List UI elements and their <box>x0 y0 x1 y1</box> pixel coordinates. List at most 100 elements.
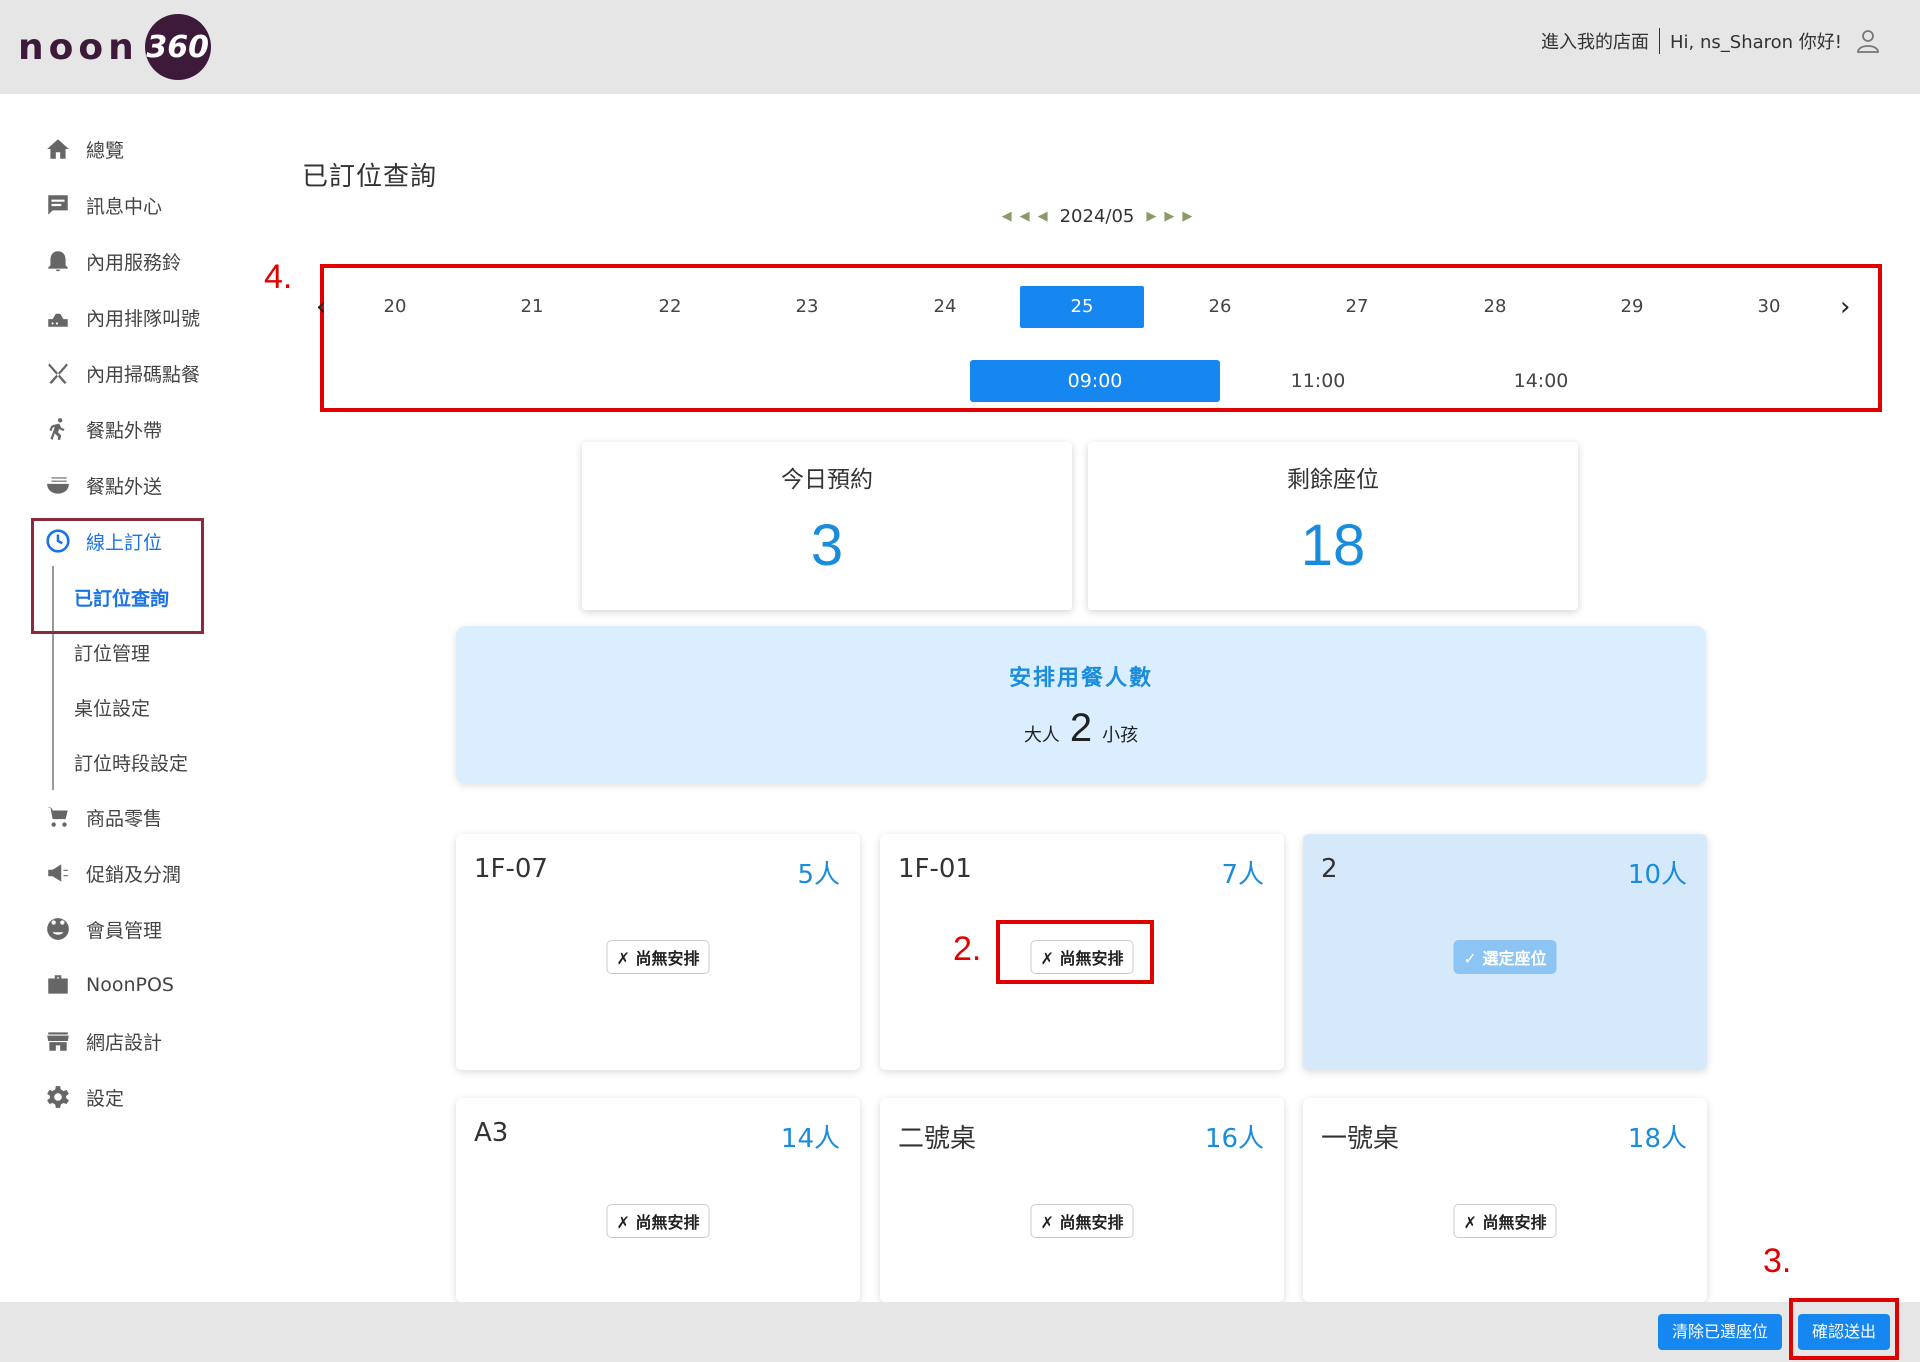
guest-count-title: 安排用餐人數 <box>1008 666 1153 691</box>
sidebar-item-label: 促銷及分潤 <box>86 863 182 886</box>
day-26[interactable]: 26 <box>1158 286 1282 328</box>
clear-selected-seats-button[interactable]: 清除已選座位 <box>1658 1314 1783 1350</box>
table-name: 二號桌 <box>898 1124 977 1154</box>
prev-month-icon[interactable]: ◀ <box>1038 209 1048 224</box>
sidebar-item-settings[interactable]: 設定 <box>44 1080 124 1114</box>
day-29[interactable]: 29 <box>1570 286 1694 328</box>
table-status-badge[interactable]: ✗ 尚無安排 <box>1030 1204 1134 1238</box>
annotation-3: 3. <box>1763 1242 1792 1280</box>
utensils-icon <box>44 359 72 387</box>
sidebar-item-queue[interactable]: 內用排隊叫號 <box>44 300 200 334</box>
table-card[interactable]: 一號桌 18人 ✗ 尚無安排 <box>1303 1098 1707 1302</box>
day-23[interactable]: 23 <box>745 286 869 328</box>
footer-bar: 清除已選座位 確認送出 <box>0 1302 1920 1362</box>
annotation-2: 2. <box>953 930 982 968</box>
day-21[interactable]: 21 <box>470 286 594 328</box>
table-name: A3 <box>474 1118 509 1148</box>
sidebar-item-label: 設定 <box>86 1087 125 1110</box>
member-icon <box>44 915 72 943</box>
submenu-timeslot-settings[interactable]: 訂位時段設定 <box>74 749 188 776</box>
remaining-seats-card: 剩餘座位 18 <box>1088 442 1578 610</box>
table-name: 2 <box>1321 854 1338 884</box>
noon360-logo[interactable]: noon 360 <box>18 12 211 82</box>
table-card[interactable]: 二號桌 16人 ✗ 尚無安排 <box>880 1098 1284 1302</box>
table-name: 1F-01 <box>898 854 972 884</box>
guest-count-value: 2 <box>1069 706 1093 750</box>
sidebar-item-delivery[interactable]: 餐點外送 <box>44 468 162 502</box>
sidebar-item-noonpos[interactable]: NoonPOS <box>44 968 174 1002</box>
annotation-4: 4. <box>264 258 293 296</box>
header-actions: 進入我的店面 Hi, ns_Sharon 你好! <box>1541 28 1880 54</box>
sidebar-item-service-bell[interactable]: 內用服務鈴 <box>44 244 181 278</box>
day-25[interactable]: 25 <box>1020 286 1144 328</box>
table-status-badge[interactable]: ✗ 尚無安排 <box>1453 1204 1557 1238</box>
store-link[interactable]: 進入我的店面 <box>1541 28 1660 54</box>
remaining-seats-value: 18 <box>1300 513 1366 578</box>
next-month-icon[interactable]: ▶ <box>1146 209 1156 224</box>
sidebar-item-qr-order[interactable]: 內用掃碼點餐 <box>44 356 200 390</box>
sidebar-item-label: 餐點外送 <box>86 475 163 498</box>
table-name: 一號桌 <box>1321 1124 1400 1154</box>
sidebar-item-messages[interactable]: 訊息中心 <box>44 188 162 222</box>
table-status-badge[interactable]: ✗ 尚無安排 <box>606 1204 710 1238</box>
home-icon <box>44 135 72 163</box>
cart-icon <box>44 803 72 831</box>
sidebar-item-label: 餐點外帶 <box>86 419 163 442</box>
day-22[interactable]: 22 <box>608 286 732 328</box>
today-bookings-card: 今日預約 3 <box>582 442 1072 610</box>
table-card-selected[interactable]: 2 10人 ✓ 選定座位 <box>1303 834 1707 1070</box>
sidebar-item-overview[interactable]: 總覽 <box>44 132 124 166</box>
day-24[interactable]: 24 <box>883 286 1007 328</box>
prev-quarter-icon[interactable]: ◀ <box>1020 209 1030 224</box>
queue-icon <box>44 303 72 331</box>
time-slot-1100[interactable]: 11:00 <box>1193 360 1443 402</box>
sidebar-item-retail[interactable]: 商品零售 <box>44 800 162 834</box>
user-icon[interactable] <box>1856 29 1880 53</box>
table-capacity: 14人 <box>780 1124 840 1154</box>
sidebar-item-promotions[interactable]: 促銷及分潤 <box>44 856 181 890</box>
table-selected-badge[interactable]: ✓ 選定座位 <box>1453 940 1557 974</box>
bell-icon <box>44 247 72 275</box>
time-slot-0900[interactable]: 09:00 <box>970 360 1220 402</box>
sidebar-item-members[interactable]: 會員管理 <box>44 912 162 946</box>
annotation-box-3 <box>1789 1298 1899 1360</box>
guest-count-row: 大人 2 小孩 <box>456 706 1706 751</box>
child-label: 小孩 <box>1102 725 1139 746</box>
sidebar-item-label: 內用排隊叫號 <box>86 307 201 330</box>
guest-count-panel: 安排用餐人數 大人 2 小孩 <box>456 626 1706 784</box>
next-year-icon[interactable]: ▶ <box>1182 209 1192 224</box>
logo-badge: 360 <box>144 14 211 80</box>
chevron-right-icon[interactable]: › <box>1840 292 1850 322</box>
page-title: 已訂位查詢 <box>302 162 438 192</box>
sidebar-item-label: 內用掃碼點餐 <box>86 363 201 386</box>
today-bookings-value: 3 <box>810 513 844 578</box>
submenu-booking-manage[interactable]: 訂位管理 <box>74 639 150 666</box>
user-greeting: Hi, ns_Sharon 你好! <box>1670 32 1842 53</box>
sidebar-item-label: 會員管理 <box>86 919 163 942</box>
chevron-left-icon[interactable]: ‹ <box>316 292 326 322</box>
sidebar-item-store-design[interactable]: 網店設計 <box>44 1024 162 1058</box>
sidebar-item-label: 總覽 <box>86 139 125 162</box>
table-capacity: 5人 <box>797 860 840 890</box>
run-icon <box>44 415 72 443</box>
sidebar-item-label: 內用服務鈴 <box>86 251 182 274</box>
megaphone-icon <box>44 859 72 887</box>
day-30[interactable]: 30 <box>1707 286 1831 328</box>
day-20[interactable]: 20 <box>333 286 457 328</box>
prev-year-icon[interactable]: ◀ <box>1002 209 1012 224</box>
table-card[interactable]: A3 14人 ✗ 尚無安排 <box>456 1098 860 1302</box>
time-slot-1400[interactable]: 14:00 <box>1416 360 1666 402</box>
next-quarter-icon[interactable]: ▶ <box>1164 209 1174 224</box>
table-card[interactable]: 1F-07 5人 ✗ 尚無安排 <box>456 834 860 1070</box>
logo-text: noon <box>18 26 139 68</box>
table-capacity: 16人 <box>1204 1124 1264 1154</box>
adult-label: 大人 <box>1023 725 1060 746</box>
date-time-selector: ‹ 20 21 22 23 24 25 26 27 28 29 30 › 09:… <box>316 264 1882 412</box>
store-icon <box>44 1027 72 1055</box>
day-28[interactable]: 28 <box>1433 286 1557 328</box>
sidebar-item-takeout[interactable]: 餐點外帶 <box>44 412 162 446</box>
table-name: 1F-07 <box>474 854 548 884</box>
table-status-badge[interactable]: ✗ 尚無安排 <box>606 940 710 974</box>
day-27[interactable]: 27 <box>1295 286 1419 328</box>
submenu-table-settings[interactable]: 桌位設定 <box>74 694 150 721</box>
